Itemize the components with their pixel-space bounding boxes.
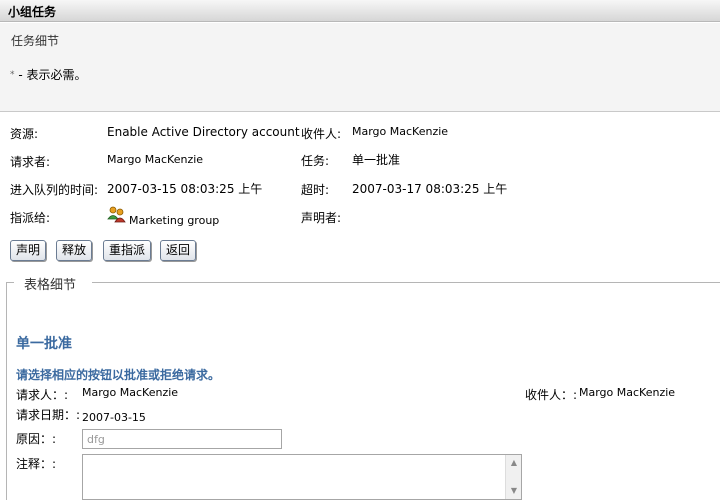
queued-time-value: 2007-03-15 08:03:25 上午 — [107, 182, 263, 196]
recipient-value: Margo MacKenzie — [352, 125, 449, 138]
reassign-button[interactable]: 重指派 — [103, 240, 152, 261]
form-details-legend: 表格细节 — [24, 278, 77, 293]
resource-label: 资源: — [10, 127, 39, 141]
queued-time-label: 进入队列的时间: — [10, 183, 99, 197]
recipient-label: 收件人: — [301, 127, 342, 141]
fieldset-border-right-top — [92, 282, 720, 283]
comment-textarea[interactable]: ▲ ▼ — [82, 454, 522, 500]
page-subtitle: 任务细节 — [11, 34, 60, 48]
request-date-label: 请求日期：: — [16, 408, 81, 422]
required-note: * - 表示必需。 — [10, 66, 86, 83]
form-requester-label: 请求人：: — [16, 388, 69, 402]
scroll-down-icon[interactable]: ▼ — [508, 485, 520, 497]
group-users-icon — [107, 206, 127, 224]
resource-value: Enable Active Directory account — [107, 125, 300, 139]
required-note-text: - 表示必需。 — [14, 68, 87, 82]
timeout-label: 超时: — [301, 183, 330, 197]
assigned-to-label: 指派给: — [10, 211, 51, 225]
form-recipient-label: 收件人：: — [525, 388, 578, 402]
requester-value: Margo MacKenzie — [107, 153, 204, 166]
reason-input[interactable] — [82, 429, 282, 449]
scroll-up-icon[interactable]: ▲ — [508, 457, 520, 469]
requester-label: 请求者: — [10, 155, 51, 169]
claimant-label: 声明者: — [301, 211, 342, 225]
fieldset-border-left-top — [6, 282, 14, 283]
claim-button[interactable]: 声明 — [10, 240, 47, 261]
form-title: 单一批准 — [16, 336, 72, 352]
task-value: 单一批准 — [352, 153, 401, 167]
release-button[interactable]: 释放 — [56, 240, 93, 261]
assigned-to-value: Marketing group — [129, 214, 220, 227]
reason-label: 原因：: — [16, 432, 57, 446]
form-instruction: 请选择相应的按钮以批准或拒绝请求。 — [16, 368, 221, 382]
request-date-value: 2007-03-15 — [82, 411, 146, 424]
back-button[interactable]: 返回 — [160, 240, 197, 261]
comment-label: 注释：: — [16, 457, 57, 471]
comment-scrollbar[interactable]: ▲ ▼ — [505, 455, 521, 499]
task-label: 任务: — [301, 154, 330, 168]
form-recipient-value: Margo MacKenzie — [579, 386, 676, 399]
task-header: 任务细节 * - 表示必需。 — [0, 23, 720, 112]
form-requester-value: Margo MacKenzie — [82, 386, 179, 399]
timeout-value: 2007-03-17 08:03:25 上午 — [352, 182, 508, 196]
fieldset-border-left — [6, 282, 7, 500]
window-titlebar: 小组任务 — [0, 0, 720, 22]
window-title: 小组任务 — [8, 5, 57, 19]
